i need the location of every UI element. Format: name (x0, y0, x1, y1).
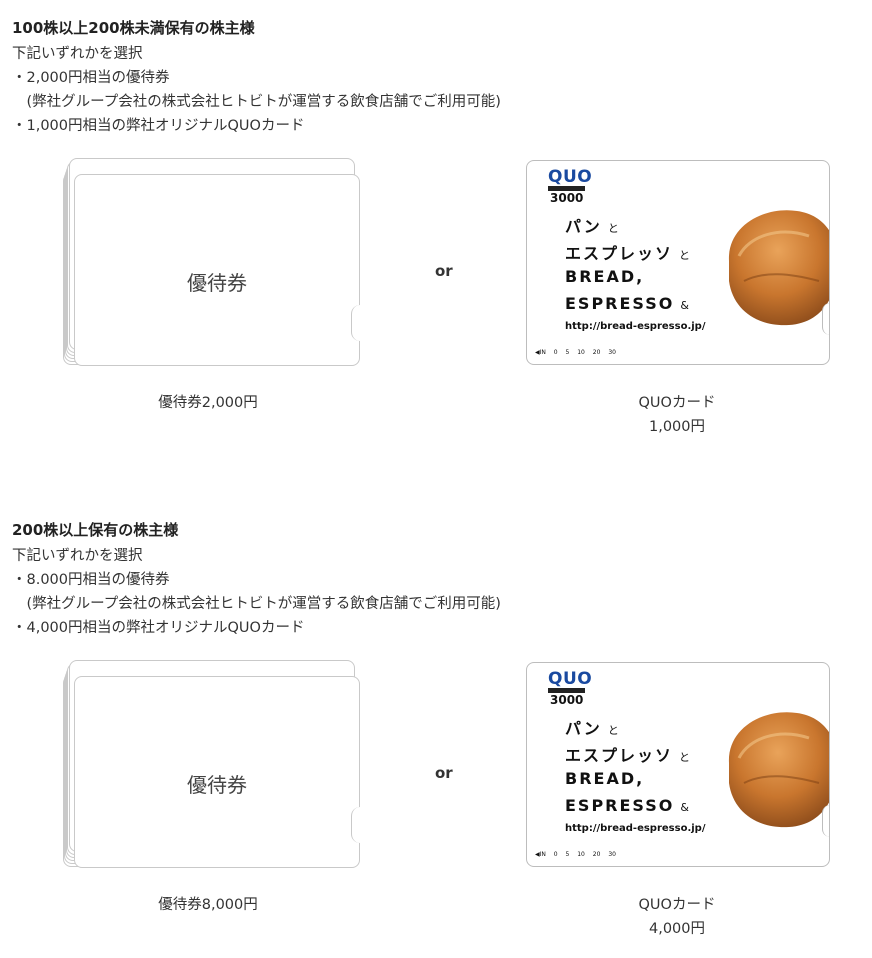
quo-headline-small: & (680, 299, 689, 312)
quo-card-image: QUO 3000 パンと エスプレッソと BREAD, ESPRESSO & ht… (526, 160, 830, 365)
quo-scale: ◀IN 0 5 10 20 30 (535, 851, 616, 858)
quo-headline-small: & (680, 801, 689, 814)
quo-card-image: QUO 3000 パンと エスプレッソと BREAD, ESPRESSO & ht… (526, 662, 830, 867)
quo-scale: ◀IN 0 5 10 20 30 (535, 349, 616, 356)
quo-headline: BREAD, (565, 769, 645, 788)
quo-headline-small: と (607, 222, 619, 235)
or-label: or (435, 262, 453, 280)
quo-caption-line1: QUOカード (638, 897, 716, 913)
section-title: 200株以上保有の株主様 (12, 521, 179, 539)
quo-headline: BREAD, (565, 267, 645, 286)
quo-headline: エスプレッソ (565, 244, 674, 263)
text-line: ・8.000円相当の優待券 (12, 572, 170, 588)
text-line: ・2,000円相当の優待券 (12, 70, 170, 86)
quo-logo: QUO (548, 669, 593, 689)
text-line: 下記いずれかを選択 (12, 46, 143, 62)
voucher-label: 優待券 (187, 773, 247, 797)
quo-headline: パン (565, 719, 602, 738)
section-title: 100株以上200株未満保有の株主様 (12, 19, 255, 37)
quo-headline: パン (565, 217, 602, 236)
or-label: or (435, 764, 453, 782)
quo-amount: 3000 (550, 191, 584, 205)
quo-caption-line2: 4,000円 (648, 921, 705, 937)
quo-url: http://bread-espresso.jp/ (565, 823, 706, 834)
quo-caption-line1: QUOカード (638, 395, 716, 411)
voucher-stack-image: 優待券 (62, 158, 362, 368)
voucher-caption: 優待券2,000円 (158, 395, 258, 411)
quo-headline: エスプレッソ (565, 746, 674, 765)
quo-logo: QUO (548, 167, 593, 187)
text-line: (弊社グループ会社の株式会社ヒトビトが運営する飲食店舗でご利用可能) (12, 596, 501, 612)
quo-headline-small: と (679, 751, 691, 764)
voucher-stack-image: 優待券 (62, 660, 362, 870)
text-line: (弊社グループ会社の株式会社ヒトビトが運営する飲食店舗でご利用可能) (12, 94, 501, 110)
quo-headline: ESPRESSO (565, 294, 675, 313)
voucher-label: 優待券 (187, 271, 247, 295)
quo-headline: ESPRESSO (565, 796, 675, 815)
quo-amount: 3000 (550, 693, 584, 707)
text-line: ・4,000円相当の弊社オリジナルQUOカード (12, 620, 305, 636)
quo-headline-small: と (607, 724, 619, 737)
quo-url: http://bread-espresso.jp/ (565, 321, 706, 332)
voucher-caption: 優待券8,000円 (158, 897, 258, 913)
quo-headline-small: と (679, 249, 691, 262)
text-line: ・1,000円相当の弊社オリジナルQUOカード (12, 118, 305, 134)
text-line: 下記いずれかを選択 (12, 548, 143, 564)
bread-image (728, 210, 829, 326)
quo-caption-line2: 1,000円 (648, 419, 705, 435)
bread-image (728, 712, 829, 828)
